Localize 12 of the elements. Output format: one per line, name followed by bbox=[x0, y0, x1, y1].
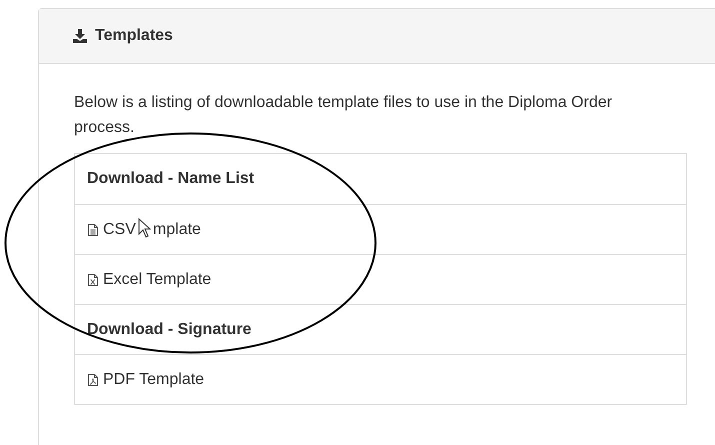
description-text: Below is a listing of downloadable template files to use in the Diploma Order process. bbox=[74, 93, 614, 138]
panel-title: Templates bbox=[95, 26, 173, 46]
template-link[interactable]: CSV bbox=[103, 218, 136, 242]
template-link[interactable]: mplate bbox=[152, 218, 201, 242]
text-file-icon bbox=[87, 222, 99, 236]
section-heading: Download - Signature bbox=[87, 320, 252, 340]
template-link[interactable]: Excel Template bbox=[103, 268, 212, 292]
pdf-file-icon bbox=[87, 372, 99, 386]
template-link[interactable]: PDF Template bbox=[103, 368, 204, 392]
spreadsheet-file-icon bbox=[87, 272, 99, 286]
section-heading: Download - Name List bbox=[87, 169, 254, 189]
download-icon bbox=[73, 29, 87, 43]
